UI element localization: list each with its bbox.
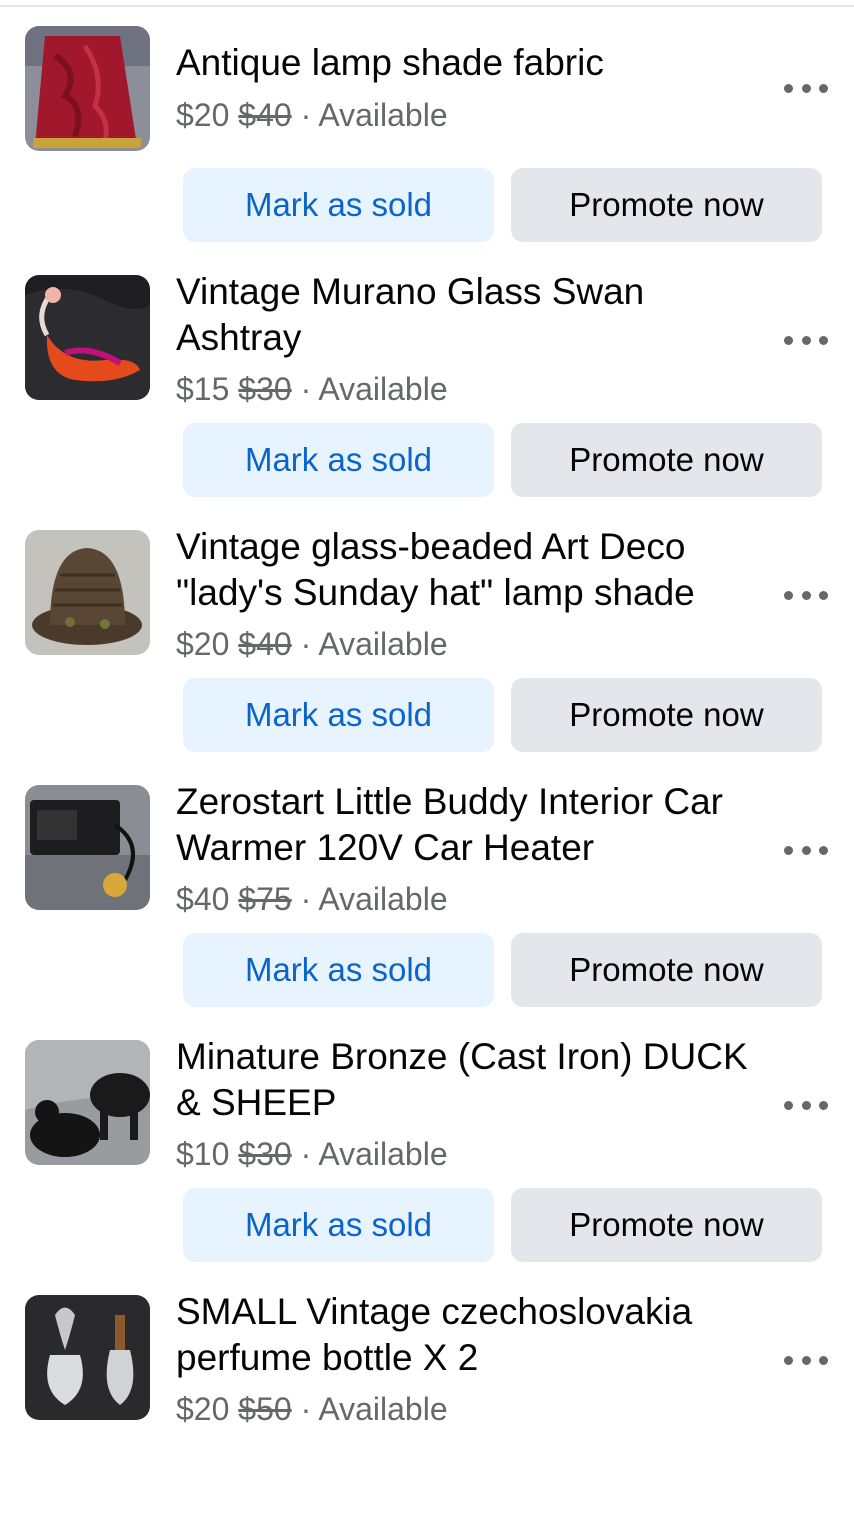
more-options-icon[interactable] bbox=[784, 1097, 828, 1113]
meta-separator: · bbox=[291, 97, 319, 133]
more-options-icon[interactable] bbox=[784, 587, 828, 603]
more-options-icon[interactable] bbox=[784, 842, 828, 858]
listing-thumbnail[interactable] bbox=[25, 275, 150, 400]
listing-status: Available bbox=[318, 97, 448, 133]
listing-title[interactable]: Vintage Murano Glass Swan Ashtray bbox=[176, 269, 756, 361]
listing-item[interactable]: Antique lamp shade fabric $20 $40 · Avai… bbox=[0, 0, 854, 255]
listing-title[interactable]: Minature Bronze (Cast Iron) DUCK & SHEEP bbox=[176, 1034, 756, 1126]
listing-title[interactable]: SMALL Vintage czechoslovakia perfume bot… bbox=[176, 1289, 756, 1381]
listing-item[interactable]: Vintage glass-beaded Art Deco "lady's Su… bbox=[0, 510, 854, 765]
more-options-icon[interactable] bbox=[784, 332, 828, 348]
more-options-icon[interactable] bbox=[784, 80, 828, 96]
listing-price: $10 bbox=[176, 1136, 230, 1172]
listing-meta: $20 $40 · Available bbox=[176, 95, 448, 135]
promote-now-button[interactable]: Promote now bbox=[511, 1188, 822, 1262]
listing-original-price: $30 bbox=[238, 1136, 292, 1172]
listing-price: $15 bbox=[176, 371, 230, 407]
listing-original-price: $40 bbox=[238, 97, 292, 133]
listing-thumbnail[interactable] bbox=[25, 1295, 150, 1420]
listing-price: $20 bbox=[176, 626, 230, 662]
listing-thumbnail[interactable] bbox=[25, 530, 150, 655]
promote-now-button[interactable]: Promote now bbox=[511, 678, 822, 752]
listing-status: Available bbox=[318, 1136, 448, 1172]
listing-meta: $10 $30 · Available bbox=[176, 1134, 448, 1174]
listing-original-price: $50 bbox=[238, 1391, 292, 1427]
mark-as-sold-button[interactable]: Mark as sold bbox=[183, 423, 494, 497]
listing-thumbnail[interactable] bbox=[25, 785, 150, 910]
listing-original-price: $30 bbox=[238, 371, 292, 407]
more-options-icon[interactable] bbox=[784, 1352, 828, 1368]
listing-status: Available bbox=[318, 881, 448, 917]
mark-as-sold-button[interactable]: Mark as sold bbox=[183, 933, 494, 1007]
listing-thumbnail[interactable] bbox=[25, 1040, 150, 1165]
listing-title[interactable]: Vintage glass-beaded Art Deco "lady's Su… bbox=[176, 524, 756, 616]
mark-as-sold-button[interactable]: Mark as sold bbox=[183, 678, 494, 752]
listing-title[interactable]: Zerostart Little Buddy Interior Car Warm… bbox=[176, 779, 756, 871]
listing-item[interactable]: Vintage Murano Glass Swan Ashtray $15 $3… bbox=[0, 255, 854, 510]
listing-item[interactable]: SMALL Vintage czechoslovakia perfume bot… bbox=[0, 1275, 854, 1530]
listing-meta: $20 $50 · Available bbox=[176, 1389, 448, 1429]
meta-separator: · bbox=[291, 1391, 319, 1427]
promote-now-button[interactable]: Promote now bbox=[511, 168, 822, 242]
promote-now-button[interactable]: Promote now bbox=[511, 933, 822, 1007]
meta-separator: · bbox=[291, 371, 319, 407]
listing-price: $20 bbox=[176, 97, 230, 133]
listing-original-price: $75 bbox=[238, 881, 292, 917]
mark-as-sold-button[interactable]: Mark as sold bbox=[183, 168, 494, 242]
listing-thumbnail[interactable] bbox=[25, 26, 150, 151]
meta-separator: · bbox=[291, 881, 319, 917]
listing-status: Available bbox=[318, 371, 448, 407]
listing-title[interactable]: Antique lamp shade fabric bbox=[176, 40, 756, 86]
listing-status: Available bbox=[318, 1391, 448, 1427]
listing-price: $40 bbox=[176, 881, 230, 917]
meta-separator: · bbox=[291, 626, 319, 662]
listing-item[interactable]: Zerostart Little Buddy Interior Car Warm… bbox=[0, 765, 854, 1020]
meta-separator: · bbox=[291, 1136, 319, 1172]
listing-item[interactable]: Minature Bronze (Cast Iron) DUCK & SHEEP… bbox=[0, 1020, 854, 1275]
listing-price: $20 bbox=[176, 1391, 230, 1427]
listing-meta: $40 $75 · Available bbox=[176, 879, 448, 919]
listing-meta: $15 $30 · Available bbox=[176, 369, 448, 409]
listing-status: Available bbox=[318, 626, 448, 662]
listing-original-price: $40 bbox=[238, 626, 292, 662]
mark-as-sold-button[interactable]: Mark as sold bbox=[183, 1188, 494, 1262]
listing-meta: $20 $40 · Available bbox=[176, 624, 448, 664]
promote-now-button[interactable]: Promote now bbox=[511, 423, 822, 497]
